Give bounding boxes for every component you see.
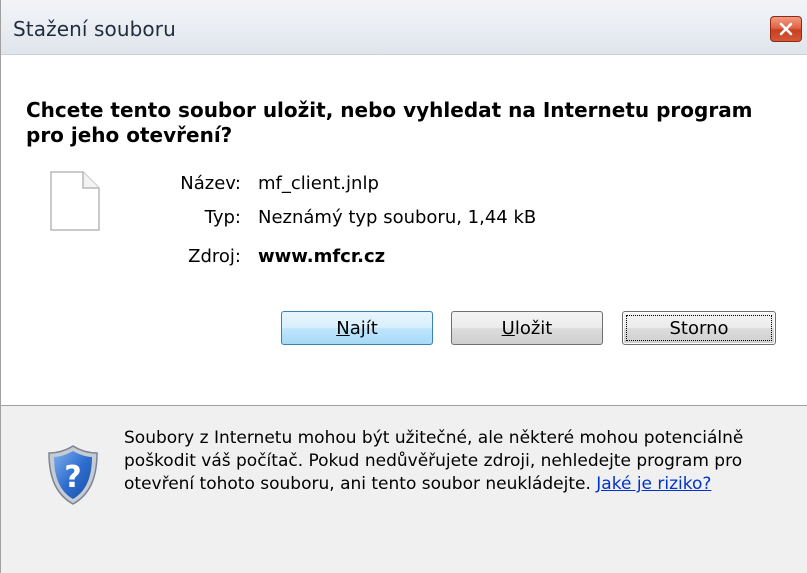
dialog-question: Chcete tento soubor uložit, nebo vyhleda… — [26, 98, 753, 147]
risk-link[interactable]: Jaké je riziko? — [596, 474, 711, 494]
close-icon — [779, 22, 793, 36]
title-bar: Stažení souboru — [1, 0, 807, 55]
warning-text: Soubory z Internetu mohou být užitečné, … — [124, 427, 784, 496]
download-dialog: Stažení souboru Chcete tento soubor ulož… — [0, 0, 807, 573]
find-button-label: ajít — [349, 317, 378, 339]
shield-question-icon: ? — [48, 445, 98, 505]
save-button-label: ložit — [514, 317, 553, 339]
save-button[interactable]: Uložit — [451, 311, 603, 345]
window-title: Stažení souboru — [13, 17, 176, 41]
save-button-mnemonic: U — [501, 317, 515, 339]
cancel-button-label: Storno — [669, 317, 729, 339]
find-button-mnemonic: N — [336, 317, 350, 339]
file-source-value: www.mfcr.cz — [258, 246, 386, 267]
file-type-label: Typ: — [204, 207, 241, 228]
file-name-value: mf_client.jnlp — [258, 173, 379, 194]
file-type-value: Neznámý typ souboru, 1,44 kB — [258, 207, 537, 228]
file-name-label: Název: — [180, 173, 241, 194]
cancel-button[interactable]: Storno — [622, 311, 776, 345]
close-button[interactable] — [770, 16, 802, 42]
svg-text:?: ? — [64, 460, 81, 495]
find-button[interactable]: Najít — [281, 311, 433, 345]
file-source-label: Zdroj: — [188, 246, 241, 267]
